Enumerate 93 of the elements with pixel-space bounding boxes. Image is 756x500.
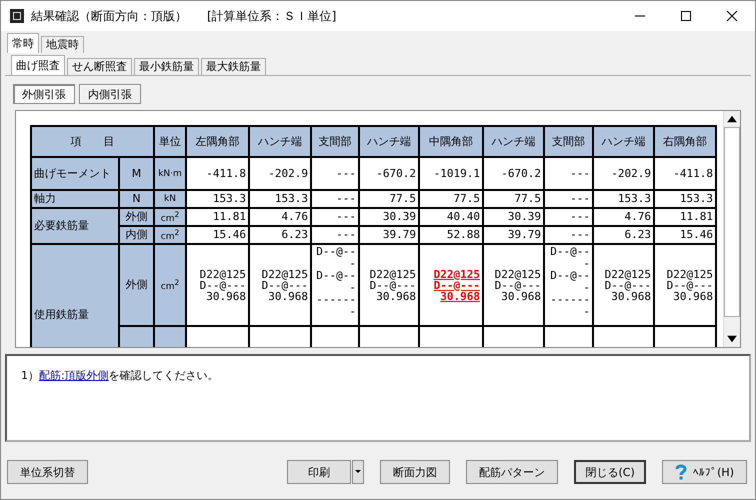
- header-cell: 単位: [154, 126, 186, 157]
- header-cell: 支間部: [544, 126, 593, 157]
- table-cell: 30.39: [483, 208, 544, 226]
- table-cell: -202.9: [593, 157, 654, 190]
- table-cell: ---: [311, 208, 359, 226]
- table-cell: 15.46: [186, 226, 249, 244]
- header-cell: 支間部: [311, 126, 359, 157]
- app-icon: [9, 8, 25, 24]
- caret-icon: [355, 470, 362, 474]
- tab[interactable]: せん断照査: [67, 58, 132, 75]
- row-sublabel: 内側: [119, 226, 154, 244]
- table-cell: -411.8: [654, 157, 716, 190]
- table-cell: -670.2: [483, 157, 544, 190]
- header-cell: 中隅角部: [419, 126, 483, 157]
- print-button[interactable]: 印刷: [287, 460, 352, 484]
- tab[interactable]: 曲げ照査: [11, 55, 65, 75]
- table-cell: 77.5: [359, 190, 419, 208]
- table-cell: 6.23: [593, 226, 654, 244]
- table-cell: 11.81: [186, 208, 249, 226]
- header-cell: 左隅角部: [186, 126, 249, 157]
- table-cell: D22@125 D--@--- 30.968: [483, 244, 544, 326]
- unit-cell: cm$^{2}$: [154, 226, 186, 244]
- table-cell: D--@--- D--@--- -------: [311, 244, 359, 326]
- table-cell: D--@--- D--@--- -------: [544, 244, 593, 326]
- toggle-button[interactable]: 外側引張: [13, 84, 75, 104]
- window-title: 結果確認（断面方向：頂版）: [31, 8, 187, 24]
- table-cell: 153.3: [186, 190, 249, 208]
- unit-cell: kN: [154, 190, 186, 208]
- action-button[interactable]: 配筋パターン: [466, 460, 558, 484]
- unit-switch-button[interactable]: 単位系切替: [7, 460, 88, 484]
- tab[interactable]: 常時: [7, 33, 39, 53]
- table-cell: D22@125 D--@--- 30.968: [419, 244, 483, 326]
- table-cell: D22@125 D--@--- 30.968: [654, 244, 716, 326]
- help-button[interactable]: ﾍﾙﾌﾟ(H): [662, 460, 747, 484]
- header-cell: ハンチ端: [593, 126, 654, 157]
- row-sublabel: 外側: [119, 244, 154, 326]
- table-cell: 153.3: [654, 190, 716, 208]
- tab[interactable]: 最大鉄筋量: [201, 58, 266, 75]
- scrollbar-thumb[interactable]: [724, 127, 740, 317]
- message-text: 1）配筋:頂版外側を確認してください。: [21, 368, 220, 383]
- table-cell: 4.76: [249, 208, 311, 226]
- header-cell: ハンチ端: [483, 126, 544, 157]
- unit-cell: kN·m: [154, 157, 186, 190]
- tab[interactable]: 最小鉄筋量: [134, 58, 199, 75]
- header-cell: ハンチ端: [249, 126, 311, 157]
- table-cell: 40.40: [419, 208, 483, 226]
- row-sublabel: M: [119, 157, 154, 190]
- table-cell: 153.3: [249, 190, 311, 208]
- table-cell: 52.88: [419, 226, 483, 244]
- table-cell: 77.5: [419, 190, 483, 208]
- row-label: 曲げモーメント: [31, 157, 119, 190]
- row-label: 軸力: [31, 190, 119, 208]
- row-sublabel: N: [119, 190, 154, 208]
- table-cell: 153.3: [593, 190, 654, 208]
- table-cell: 11.81: [654, 208, 716, 226]
- table-cell: D22@125 D--@--- 30.968: [249, 244, 311, 326]
- row-label: 必要鉄筋量: [31, 208, 119, 244]
- table-cell: 15.46: [654, 226, 716, 244]
- table-cell: 39.79: [483, 226, 544, 244]
- header-cell: 右隅角部: [654, 126, 716, 157]
- table-cell: -411.8: [186, 157, 249, 190]
- dropdown-button[interactable]: [352, 460, 364, 484]
- table-cell: ---: [544, 157, 593, 190]
- table-cell: -670.2: [359, 157, 419, 190]
- table-cell: ---: [311, 157, 359, 190]
- table-cell: ---: [544, 226, 593, 244]
- table-cell: ---: [544, 190, 593, 208]
- header-cell: ハンチ端: [359, 126, 419, 157]
- table-cell: 30.39: [359, 208, 419, 226]
- question-mark-icon: [675, 464, 688, 480]
- table-cell: 39.79: [359, 226, 419, 244]
- table-cell: 4.76: [593, 208, 654, 226]
- toggle-button[interactable]: 内側引張: [79, 84, 141, 104]
- table-cell: 6.23: [249, 226, 311, 244]
- unit-cell: cm$^{2}$: [154, 208, 186, 226]
- row-sublabel: 外側: [119, 208, 154, 226]
- tab[interactable]: 地震時: [41, 36, 84, 53]
- unit-system-note: [計算単位系：ＳＩ単位]: [207, 8, 336, 24]
- header-cell: 項 目: [31, 126, 154, 157]
- table-cell: D22@125 D--@--- 30.968: [186, 244, 249, 326]
- table-cell: 77.5: [483, 190, 544, 208]
- table-cell: -1019.1: [419, 157, 483, 190]
- table-cell: D22@125 D--@--- 30.968: [359, 244, 419, 326]
- close-button[interactable]: 閉じる(C): [574, 460, 646, 484]
- row-label: 使用鉄筋量: [31, 244, 119, 347]
- table-cell: ---: [311, 190, 359, 208]
- table-cell: ---: [311, 226, 359, 244]
- table-cell: D22@125 D--@--- 30.968: [593, 244, 654, 326]
- message-link[interactable]: 配筋:頂版外側: [39, 369, 109, 382]
- action-button[interactable]: 断面力図: [380, 460, 450, 484]
- table-cell: -202.9: [249, 157, 311, 190]
- unit-cell: cm$^{2}$: [154, 244, 186, 326]
- table-cell: ---: [544, 208, 593, 226]
